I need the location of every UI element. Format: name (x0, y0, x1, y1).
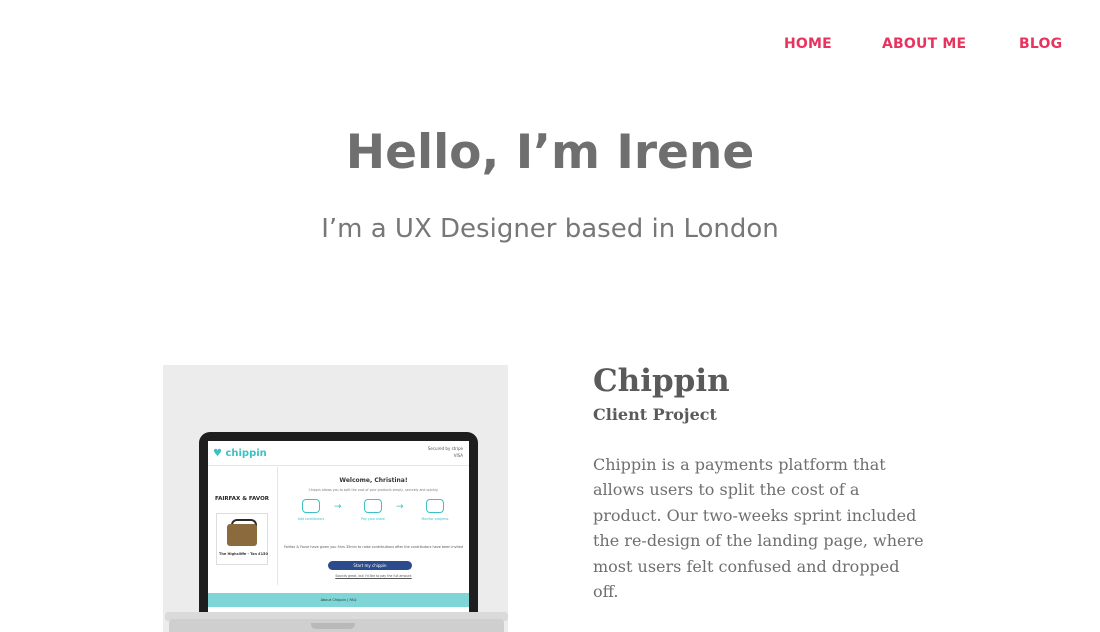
welcome-heading: Welcome, Christina! (339, 477, 408, 484)
hero-subtitle: I’m a UX Designer based in London (321, 214, 779, 244)
arrow-right-icon: → (396, 502, 404, 512)
pay-full-link: Sounds great, but I'd like to pay the fu… (335, 574, 412, 578)
heart-icon: ♥ (213, 448, 222, 459)
bag-image (227, 524, 257, 546)
laptop-notch (311, 623, 355, 629)
arrow-right-icon: → (334, 502, 342, 512)
project-title[interactable]: Chippin (593, 360, 730, 402)
project-description: Chippin is a payments platform that allo… (593, 455, 924, 602)
screenshot-footer: About Chippin | FAQ (208, 593, 469, 607)
product-name: The Highcliffe - Tan £150 (219, 552, 268, 556)
start-chippin-button: Start my chippin (328, 561, 412, 570)
deadline-note: Fairfax & Favor have given you 5hrs 35mi… (283, 545, 464, 549)
project-type: Client Project (593, 405, 717, 424)
step-label: Pay your share (361, 517, 385, 521)
divider (277, 467, 278, 585)
step-label: Add contributors (297, 517, 325, 521)
step-add-contributors: Add contributors (296, 499, 326, 521)
merchant-brand: FAIRFAX & FAVOR (215, 496, 269, 502)
nav-home-link[interactable]: HOME (784, 34, 832, 54)
divider (208, 465, 469, 466)
step-label: Monitor progress (421, 517, 449, 521)
laptop-display: ♥ chippin Secured by stripe VISA FAIRFAX… (208, 441, 469, 612)
nav-blog-link[interactable]: BLOG (1019, 34, 1062, 54)
progress-icon (426, 499, 444, 513)
laptop-screen: ♥ chippin Secured by stripe VISA FAIRFAX… (199, 432, 478, 612)
hero-title: Hello, I’m Irene (345, 125, 755, 180)
main-nav: HOME ABOUT ME BLOG (0, 34, 1100, 54)
product-card: The Highcliffe - Tan £150 (216, 513, 268, 565)
users-icon (302, 499, 320, 513)
card-logos: VISA (453, 453, 463, 458)
chippin-logo: ♥ chippin (213, 448, 267, 459)
step-pay-share: Pay your share (358, 499, 388, 521)
steps-row: Add contributors → Pay your share → Moni… (296, 499, 456, 529)
secured-by-label: Secured by stripe (427, 446, 463, 451)
chippin-logo-text: chippin (225, 448, 267, 459)
nav-about-link[interactable]: ABOUT ME (882, 34, 966, 54)
card-icon (364, 499, 382, 513)
project-thumbnail[interactable]: ♥ chippin Secured by stripe VISA FAIRFAX… (163, 365, 508, 632)
step-monitor-progress: Monitor progress (420, 499, 450, 521)
intro-text: Chippin allows you to split the cost of … (308, 488, 439, 492)
